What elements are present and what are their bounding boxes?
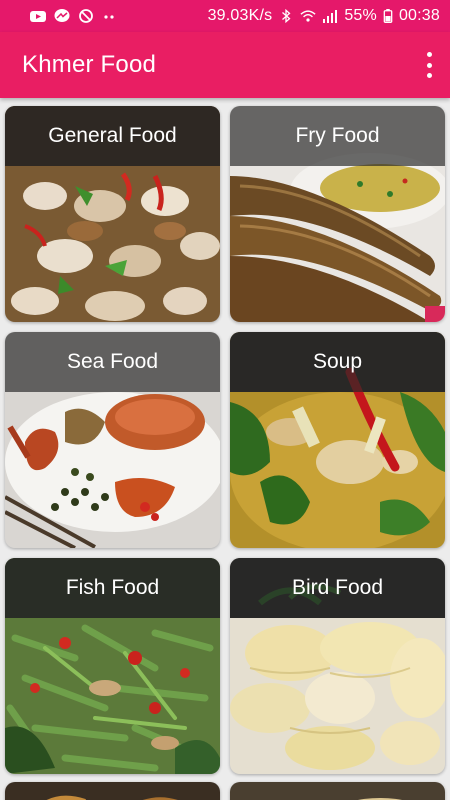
category-card-fry-food[interactable]: Fry Food <box>230 106 445 322</box>
category-label: Soup <box>230 332 445 392</box>
category-label: Bird Food <box>230 558 445 618</box>
category-label: Fish Food <box>5 558 220 618</box>
clock: 00:38 <box>398 7 440 24</box>
category-card-partial[interactable] <box>230 782 445 800</box>
battery-percent: 55% <box>344 7 377 24</box>
network-speed: 39.03K/s <box>207 7 273 24</box>
category-label: Sea Food <box>5 332 220 392</box>
wifi-icon <box>300 10 316 22</box>
category-card-soup[interactable]: Soup <box>230 332 445 548</box>
category-card-bird-food[interactable]: Bird Food <box>230 558 445 774</box>
status-bar: 39.03K/s 55% 00:38 <box>0 0 450 32</box>
signal-icon <box>323 10 338 23</box>
category-grid: General Food Fry Food Sea Food Soup Fish… <box>0 98 450 800</box>
messenger-icon <box>54 9 70 22</box>
category-card-fish-food[interactable]: Fish Food <box>5 558 220 774</box>
battery-icon <box>383 9 393 23</box>
partial-photo <box>5 782 220 800</box>
screen: 39.03K/s 55% 00:38 Khmer Food General Fo… <box>0 0 450 800</box>
partial-photo <box>230 782 445 800</box>
bluetooth-icon <box>282 9 291 23</box>
category-card-sea-food[interactable]: Sea Food <box>5 332 220 548</box>
category-card-partial[interactable] <box>5 782 220 800</box>
status-bar-notifications <box>30 9 118 23</box>
app-title: Khmer Food <box>22 51 157 78</box>
category-label: General Food <box>5 106 220 166</box>
blocked-icon <box>79 9 93 23</box>
more-dots-icon <box>104 15 114 19</box>
overflow-menu-icon[interactable] <box>422 52 436 78</box>
category-label: Fry Food <box>230 106 445 166</box>
status-bar-system: 39.03K/s 55% 00:38 <box>208 7 440 25</box>
youtube-icon <box>30 11 46 22</box>
category-card-general-food[interactable]: General Food <box>5 106 220 322</box>
app-bar: Khmer Food <box>0 32 450 98</box>
